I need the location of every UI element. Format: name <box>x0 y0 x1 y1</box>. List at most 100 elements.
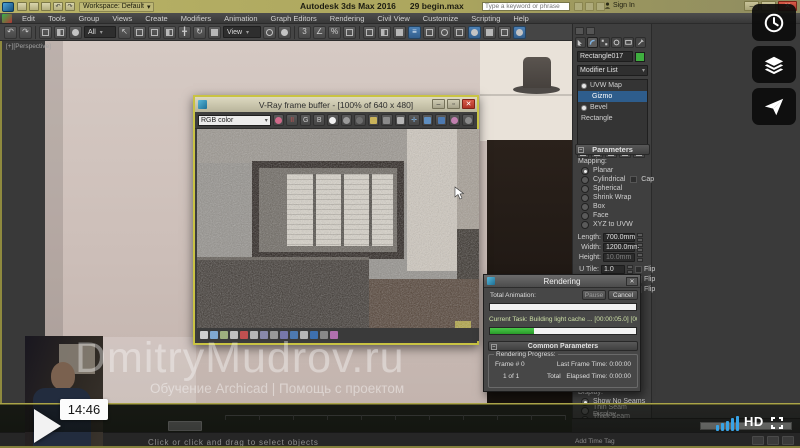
use-pivot-center-icon[interactable] <box>263 26 276 39</box>
vfb-title-bar[interactable]: V-Ray frame buffer - [100% of 640 x 480]… <box>195 97 477 112</box>
search-icon[interactable] <box>574 2 583 11</box>
vfb-blue-channel-icon[interactable]: B <box>313 114 325 126</box>
radio-shrink-wrap[interactable]: Shrink Wrap <box>581 193 631 202</box>
selection-filter-dropdown[interactable]: All ▾ <box>84 26 116 38</box>
hd-quality-badge[interactable]: HD <box>744 414 764 429</box>
select-and-rotate-icon[interactable]: ↻ <box>193 26 206 39</box>
stack-item-rectangle[interactable]: Rectangle <box>578 113 647 124</box>
menu-modifiers[interactable]: Modifiers <box>175 14 217 23</box>
pause-button[interactable]: Pause <box>582 290 606 300</box>
vfb-save-image-icon[interactable] <box>368 114 380 126</box>
workspace-dropdown[interactable]: Workspace: Default ▾ <box>79 2 154 12</box>
layers-icon[interactable] <box>752 46 796 83</box>
select-by-name-icon[interactable] <box>133 26 146 39</box>
vfb-alpha-channel-icon[interactable] <box>354 114 366 126</box>
object-name-field[interactable]: Rectangle017 <box>577 51 633 62</box>
viewport-label[interactable]: [+][Perspective] <box>6 43 51 50</box>
select-and-link-icon[interactable] <box>39 26 52 39</box>
render-production-icon[interactable] <box>513 26 526 39</box>
height-spinner[interactable] <box>637 253 643 262</box>
vfb-color-corrections-icon[interactable] <box>273 114 285 126</box>
align-icon[interactable] <box>393 26 406 39</box>
menu-help[interactable]: Help <box>507 14 534 23</box>
vfb-settings-icon[interactable] <box>462 114 474 126</box>
select-object-icon[interactable]: ↖ <box>118 26 131 39</box>
app-menu-icon[interactable] <box>2 14 12 23</box>
vfb-channel-dropdown[interactable]: RGB color ▾ <box>198 115 271 126</box>
vfb-green-channel-icon[interactable]: G <box>300 114 312 126</box>
render-setup-icon[interactable] <box>483 26 496 39</box>
grid-toggle-icon[interactable] <box>752 436 764 445</box>
length-field[interactable]: 700.0mm <box>603 233 635 242</box>
save-file-icon[interactable] <box>41 2 51 11</box>
select-and-manipulate-icon[interactable] <box>278 26 291 39</box>
video-player-bar[interactable] <box>0 404 800 432</box>
graphite-ribbon-icon[interactable] <box>423 26 436 39</box>
rectangular-selection-region-icon[interactable] <box>148 26 161 39</box>
tab-motion[interactable] <box>611 37 622 48</box>
edit-named-selections-icon[interactable] <box>363 26 376 39</box>
u-tile-spinner[interactable] <box>627 265 633 274</box>
rendering-dialog-close-button[interactable]: ✕ <box>626 277 638 286</box>
panel-pin-icon[interactable] <box>575 27 584 35</box>
window-crossing-icon[interactable] <box>163 26 176 39</box>
schematic-view-icon[interactable] <box>453 26 466 39</box>
menu-customize[interactable]: Customize <box>417 14 464 23</box>
clock-icon[interactable] <box>752 4 796 41</box>
select-and-move-icon[interactable]: ╋ <box>178 26 191 39</box>
menu-scripting[interactable]: Scripting <box>465 14 506 23</box>
object-color-swatch[interactable] <box>635 52 645 62</box>
radio-xyz-to-uvw[interactable]: XYZ to UVW <box>581 220 633 229</box>
bind-to-space-warp-icon[interactable] <box>69 26 82 39</box>
rendered-frame-window-icon[interactable] <box>498 26 511 39</box>
length-spinner[interactable] <box>637 233 643 242</box>
snap-toggle-icon[interactable]: 3 <box>298 26 311 39</box>
percent-snap-icon[interactable]: % <box>328 26 341 39</box>
parameters-rollout-header[interactable]: − Parameters <box>575 144 650 155</box>
tab-modify[interactable] <box>587 37 598 48</box>
coordinate-display-icon[interactable] <box>782 436 794 445</box>
radio-face[interactable]: Face <box>581 211 609 220</box>
width-field[interactable]: 1200.0mm <box>603 243 635 252</box>
home-icon[interactable] <box>585 2 594 11</box>
material-editor-icon[interactable] <box>468 26 481 39</box>
menu-views[interactable]: Views <box>106 14 138 23</box>
tab-display[interactable] <box>623 37 634 48</box>
unlink-selection-icon[interactable] <box>54 26 67 39</box>
stack-item-bevel[interactable]: Bevel <box>578 102 647 113</box>
panel-menu-icon[interactable] <box>586 27 595 35</box>
menu-edit[interactable]: Edit <box>16 14 41 23</box>
menu-civil-view[interactable]: Civil View <box>371 14 415 23</box>
visibility-bulb-icon[interactable] <box>581 83 587 89</box>
send-icon[interactable] <box>752 88 796 125</box>
undo-icon[interactable]: ↶ <box>53 2 63 11</box>
vfb-duplicate-icon[interactable] <box>395 114 407 126</box>
menu-create[interactable]: Create <box>139 14 174 23</box>
spinner-snap-icon[interactable] <box>343 26 356 39</box>
menu-tools[interactable]: Tools <box>42 14 72 23</box>
redo-icon[interactable]: ↷ <box>19 26 32 39</box>
vfb-pause-icon[interactable]: II <box>286 114 298 126</box>
vfb-history-icon[interactable] <box>449 114 461 126</box>
radio-box[interactable]: Box <box>581 202 605 211</box>
new-scene-icon[interactable] <box>17 2 27 11</box>
vfb-minimize-button[interactable]: – <box>432 99 445 109</box>
tab-create[interactable] <box>575 37 586 48</box>
search-input[interactable] <box>482 2 570 11</box>
tab-utilities[interactable] <box>635 37 646 48</box>
vfb-gray-channel-icon[interactable] <box>341 114 353 126</box>
radio-cylindrical[interactable]: Cylindrical Cap <box>581 175 654 184</box>
redo-icon[interactable]: ↷ <box>65 2 75 11</box>
layer-manager-icon[interactable]: ≡ <box>408 26 421 39</box>
visibility-bulb-icon[interactable] <box>581 105 587 111</box>
play-icon[interactable] <box>34 409 61 443</box>
stack-item-gizmo[interactable]: Gizmo <box>578 91 647 102</box>
vfb-restore-button[interactable]: ▫ <box>447 99 460 109</box>
vfb-compare-icon[interactable] <box>435 114 447 126</box>
width-spinner[interactable] <box>637 243 643 252</box>
cap-checkbox[interactable] <box>630 176 637 183</box>
angle-snap-icon[interactable]: ∠ <box>313 26 326 39</box>
add-time-tag[interactable]: Add Time Tag <box>575 438 615 445</box>
stack-item-uvw-map[interactable]: UVW Map <box>578 80 647 91</box>
vfb-region-render-icon[interactable] <box>422 114 434 126</box>
